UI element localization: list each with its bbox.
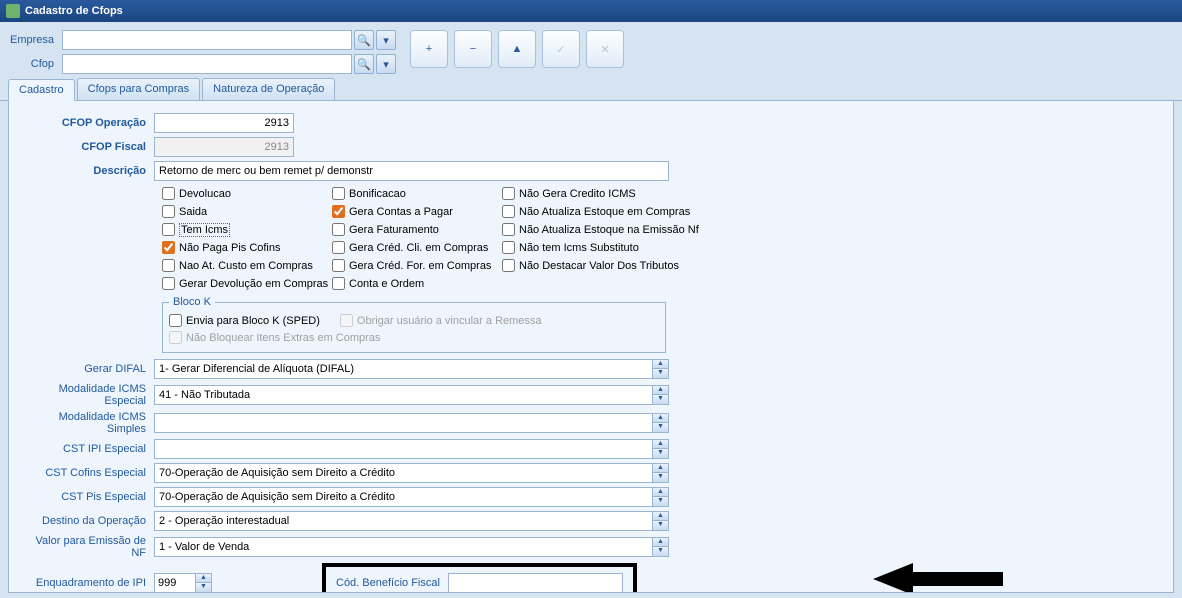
cfop-input[interactable] — [62, 54, 352, 74]
chk-gera-cred-cli[interactable] — [332, 241, 345, 254]
gerar-difal-label: Gerar DIFAL — [19, 363, 154, 375]
mod-icms-simples-combo[interactable]: ▲▼ — [154, 413, 669, 433]
annotation-arrow — [873, 559, 1003, 593]
cst-cofins-combo[interactable]: 70-Operação de Aquisição sem Direito a C… — [154, 463, 669, 483]
chk-gera-faturamento[interactable] — [332, 223, 345, 236]
toolbar: + − ▲ ✓ ✕ — [410, 30, 624, 68]
chk-nao-paga-pis-cofins[interactable] — [162, 241, 175, 254]
search-icon: 🔍 — [357, 34, 371, 47]
remove-button[interactable]: − — [454, 30, 492, 68]
destino-label: Destino da Operação — [19, 515, 154, 527]
beneficio-input[interactable] — [448, 573, 623, 593]
spin-down-icon[interactable]: ▼ — [653, 369, 668, 378]
tab-cfops-compras[interactable]: Cfops para Compras — [77, 78, 201, 100]
app-icon — [6, 4, 20, 18]
tab-cadastro[interactable]: Cadastro — [8, 79, 75, 101]
gerar-difal-combo[interactable]: 1- Gerar Diferencial de Alíquota (DIFAL)… — [154, 359, 669, 379]
mod-icms-simples-label: Modalidade ICMS Simples — [19, 411, 154, 435]
empresa-dropdown-button[interactable]: ▾ — [376, 30, 396, 50]
confirm-button[interactable]: ✓ — [542, 30, 580, 68]
minus-icon: − — [470, 43, 476, 55]
chk-tem-icms[interactable] — [162, 223, 175, 236]
cfop-operacao-label: CFOP Operação — [19, 117, 154, 129]
descricao-label: Descrição — [19, 165, 154, 177]
chk-gerar-devolucao[interactable] — [162, 277, 175, 290]
chk-nao-bloquear-itens — [169, 331, 182, 344]
chevron-down-icon: ▾ — [383, 34, 389, 47]
chk-gera-contas-pagar[interactable] — [332, 205, 345, 218]
chk-conta-ordem[interactable] — [332, 277, 345, 290]
enq-ipi-input[interactable] — [155, 574, 195, 592]
cfop-fiscal-input — [154, 137, 294, 157]
chk-obrigar-remessa — [340, 314, 353, 327]
chk-bonificacao[interactable] — [332, 187, 345, 200]
bloco-k-legend: Bloco K — [169, 296, 215, 308]
beneficio-label: Cód. Benefício Fiscal — [336, 577, 448, 589]
chk-nao-destacar-tributos[interactable] — [502, 259, 515, 272]
empresa-search-button[interactable]: 🔍 — [354, 30, 374, 50]
chk-nao-gera-credito-icms[interactable] — [502, 187, 515, 200]
window-title: Cadastro de Cfops — [25, 5, 123, 17]
cst-pis-label: CST Pis Especial — [19, 491, 154, 503]
chk-nao-at-custo[interactable] — [162, 259, 175, 272]
cst-cofins-label: CST Cofins Especial — [19, 467, 154, 479]
chevron-down-icon: ▾ — [383, 58, 389, 71]
search-icon: 🔍 — [357, 58, 371, 71]
chk-gera-cred-for[interactable] — [332, 259, 345, 272]
tab-strip: Cadastro Cfops para Compras Natureza de … — [0, 78, 1182, 101]
tab-body: CFOP Operação CFOP Fiscal Descrição Devo… — [8, 101, 1174, 593]
chk-nao-atualiza-estoque-compras[interactable] — [502, 205, 515, 218]
bloco-k-fieldset: Bloco K Envia para Bloco K (SPED) Obriga… — [162, 296, 666, 353]
valor-emissao-label: Valor para Emissão de NF — [19, 535, 154, 559]
plus-icon: + — [426, 43, 432, 55]
cst-pis-combo[interactable]: 70-Operação de Aquisição sem Direito a C… — [154, 487, 669, 507]
check-icon: ✓ — [556, 43, 565, 56]
beneficio-highlight: Cód. Benefício Fiscal — [322, 563, 637, 593]
valor-emissao-combo[interactable]: 1 - Valor de Venda▲▼ — [154, 537, 669, 557]
destino-combo[interactable]: 2 - Operação interestadual▲▼ — [154, 511, 669, 531]
cfop-fiscal-label: CFOP Fiscal — [19, 141, 154, 153]
descricao-input[interactable] — [154, 161, 669, 181]
add-button[interactable]: + — [410, 30, 448, 68]
enq-ipi-spin[interactable]: ▲▼ — [154, 573, 212, 593]
spin-up-icon[interactable]: ▲ — [653, 360, 668, 369]
mod-icms-esp-label: Modalidade ICMS Especial — [19, 383, 154, 407]
header-form: Empresa 🔍 ▾ Cfop 🔍 ▾ + − ▲ ✓ ✕ — [0, 22, 1182, 78]
close-icon: ✕ — [600, 43, 609, 56]
chk-nao-tem-icms-subst[interactable] — [502, 241, 515, 254]
cfop-label: Cfop — [10, 58, 60, 70]
window-titlebar: Cadastro de Cfops — [0, 0, 1182, 22]
cfop-search-button[interactable]: 🔍 — [354, 54, 374, 74]
chk-devolucao[interactable] — [162, 187, 175, 200]
mod-icms-esp-combo[interactable]: 41 - Não Tributada▲▼ — [154, 385, 669, 405]
cfop-operacao-input[interactable] — [154, 113, 294, 133]
empresa-label: Empresa — [10, 34, 60, 46]
up-button[interactable]: ▲ — [498, 30, 536, 68]
checkbox-grid: Devolucao Saida Tem Icms Não Paga Pis Co… — [162, 185, 1163, 292]
cst-ipi-label: CST IPI Especial — [19, 443, 154, 455]
cfop-dropdown-button[interactable]: ▾ — [376, 54, 396, 74]
chk-nao-atualiza-estoque-nf[interactable] — [502, 223, 515, 236]
chk-envia-bloco-k[interactable] — [169, 314, 182, 327]
cancel-button[interactable]: ✕ — [586, 30, 624, 68]
chk-saida[interactable] — [162, 205, 175, 218]
tab-natureza[interactable]: Natureza de Operação — [202, 78, 335, 100]
enq-ipi-label: Enquadramento de IPI — [19, 577, 154, 589]
empresa-input[interactable] — [62, 30, 352, 50]
up-icon: ▲ — [512, 43, 523, 55]
cst-ipi-combo[interactable]: ▲▼ — [154, 439, 669, 459]
